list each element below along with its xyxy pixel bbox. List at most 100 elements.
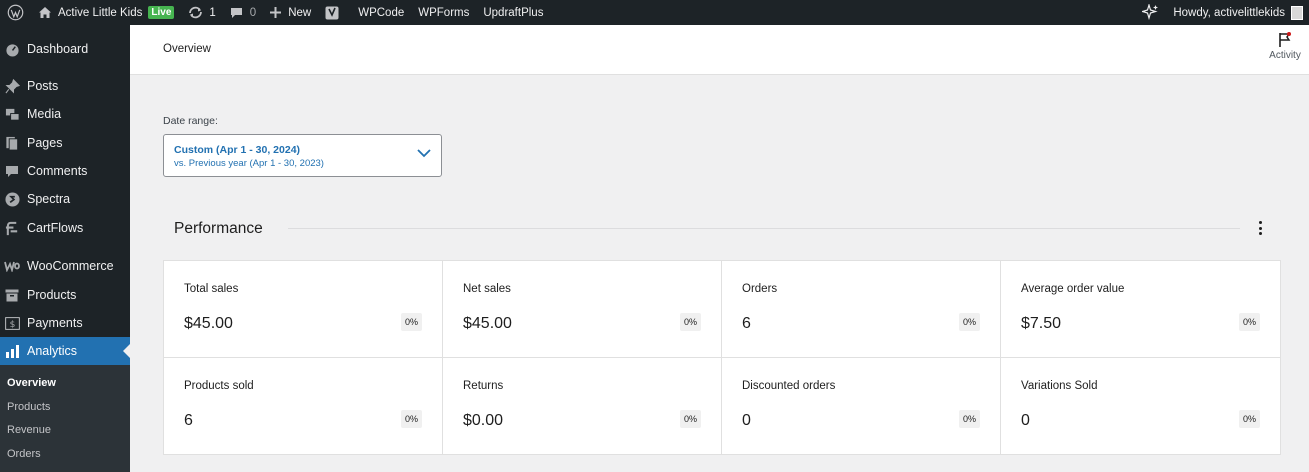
metric-delta-badge: 0%: [1238, 313, 1260, 331]
sidebar-item-label: Pages: [27, 136, 63, 150]
metric-value: $7.50: [1021, 315, 1062, 332]
updraftplus-link[interactable]: UpdraftPlus: [476, 0, 550, 25]
sidebar-item-cartflows[interactable]: CartFlows: [0, 214, 130, 242]
sidebar-item-comments[interactable]: Comments: [0, 157, 130, 185]
wpcode-link[interactable]: WPCode: [346, 0, 411, 25]
metric-delta-badge: 0%: [679, 313, 701, 331]
metric-delta-badge: 0%: [958, 313, 980, 331]
bar-chart-icon: [4, 343, 20, 359]
sidebar-item-dashboard[interactable]: Dashboard: [0, 35, 130, 63]
more-options-icon[interactable]: [1252, 219, 1268, 237]
yoast-icon[interactable]: [318, 0, 346, 25]
wordpress-logo-icon[interactable]: [0, 0, 31, 25]
sidebar-item-label: Analytics: [27, 344, 78, 358]
sidebar-item-media[interactable]: Media: [0, 100, 130, 128]
site-name-link[interactable]: Active Little Kids Live: [31, 0, 181, 25]
site-name: Active Little Kids: [58, 6, 143, 19]
page-title: Overview: [163, 43, 211, 55]
sidebar-item-label: WooCommerce: [27, 259, 114, 273]
comments-link[interactable]: 0: [223, 0, 263, 25]
metric-label: Discounted orders: [742, 380, 836, 392]
metric-value: 6: [184, 412, 193, 429]
sidebar-item-posts[interactable]: Posts: [0, 72, 130, 100]
sidebar-item-label: Spectra: [27, 192, 71, 206]
date-range-label: Date range:: [163, 115, 218, 127]
metric-label: Products sold: [184, 380, 254, 392]
live-badge: Live: [148, 6, 175, 19]
metric-delta-badge: 0%: [400, 410, 422, 428]
admin-bar: Active Little Kids Live 1 0 New WPCode W…: [0, 0, 1309, 25]
metric-variations-sold[interactable]: Variations Sold 0 0%: [1001, 358, 1280, 455]
metric-label: Net sales: [463, 283, 511, 295]
pin-icon: [4, 78, 20, 94]
admin-sidebar: Dashboard Posts Media Pages Comments Spe…: [0, 25, 130, 472]
date-range-picker[interactable]: Custom (Apr 1 - 30, 2024) vs. Previous y…: [163, 134, 442, 177]
updates-icon: [189, 6, 203, 19]
sidebar-item-analytics[interactable]: Analytics: [0, 337, 130, 365]
sidebar-item-pages[interactable]: Pages: [0, 129, 130, 157]
metric-value: 6: [742, 315, 751, 332]
media-icon: [4, 106, 20, 122]
submenu-item-products[interactable]: Products: [7, 401, 50, 413]
activity-label: Activity: [1269, 50, 1301, 61]
sidebar-item-label: CartFlows: [27, 221, 84, 235]
section-divider: [288, 228, 1240, 229]
date-range-comparison: vs. Previous year (Apr 1 - 30, 2023): [174, 158, 324, 169]
metric-label: Returns: [463, 380, 504, 392]
sparkle-icon[interactable]: [1135, 0, 1166, 25]
metric-label: Average order value: [1021, 283, 1125, 295]
metric-value: $45.00: [184, 315, 233, 332]
sidebar-item-label: Products: [27, 288, 77, 302]
wpforms-link[interactable]: WPForms: [411, 0, 476, 25]
submenu-item-overview[interactable]: Overview: [7, 377, 56, 389]
sidebar-item-label: Media: [27, 107, 62, 121]
cartflows-icon: [4, 220, 20, 236]
metric-label: Orders: [742, 283, 778, 295]
sidebar-item-label: Payments: [27, 316, 83, 330]
plus-icon: [270, 7, 282, 18]
chevron-down-icon: [417, 149, 431, 158]
metric-total-sales[interactable]: Total sales $45.00 0%: [164, 261, 443, 358]
sidebar-item-woocommerce[interactable]: WooCommerce: [0, 252, 130, 280]
howdy-text: Howdy, activelittlekids: [1173, 6, 1285, 19]
comment-bubble-icon: [230, 7, 242, 18]
sidebar-item-payments[interactable]: $ Payments: [0, 309, 130, 337]
metric-label: Variations Sold: [1021, 380, 1098, 392]
date-range-primary: Custom (Apr 1 - 30, 2024): [174, 144, 301, 156]
pages-icon: [4, 135, 20, 151]
submenu-item-orders[interactable]: Orders: [7, 448, 41, 460]
new-content-link[interactable]: New: [263, 0, 318, 25]
metric-returns[interactable]: Returns $0.00 0%: [443, 358, 722, 455]
metric-delta-badge: 0%: [400, 313, 422, 331]
svg-text:$: $: [9, 320, 15, 330]
home-icon: [39, 7, 51, 18]
performance-title: Performance: [174, 220, 263, 237]
submenu-item-revenue[interactable]: Revenue: [7, 424, 51, 436]
flag-icon: [1279, 32, 1291, 47]
comments-count: 0: [249, 6, 257, 19]
metric-orders[interactable]: Orders 6 0%: [722, 261, 1001, 358]
metric-average-order-value[interactable]: Average order value $7.50 0%: [1001, 261, 1280, 358]
avatar: [1291, 5, 1303, 20]
sidebar-item-label: Dashboard: [27, 42, 89, 56]
updates-link[interactable]: 1: [181, 0, 222, 25]
comments-icon: [4, 163, 20, 179]
sidebar-item-spectra[interactable]: Spectra: [0, 185, 130, 213]
active-indicator: [123, 344, 130, 358]
updates-count: 1: [209, 6, 216, 19]
metric-products-sold[interactable]: Products sold 6 0%: [164, 358, 443, 455]
account-menu[interactable]: Howdy, activelittlekids: [1166, 0, 1309, 25]
activity-button[interactable]: Activity: [1265, 32, 1305, 61]
metric-value: 0: [742, 412, 751, 429]
sidebar-item-products[interactable]: Products: [0, 281, 130, 309]
sidebar-item-label: Posts: [27, 79, 59, 93]
analytics-submenu: Overview Products Revenue Orders: [0, 365, 130, 472]
metric-value: 0: [1021, 412, 1030, 429]
metric-delta-badge: 0%: [679, 410, 701, 428]
metric-delta-badge: 0%: [958, 410, 980, 428]
sidebar-item-label: Comments: [27, 164, 88, 178]
spectra-icon: [4, 191, 20, 207]
metric-net-sales[interactable]: Net sales $45.00 0%: [443, 261, 722, 358]
metric-discounted-orders[interactable]: Discounted orders 0 0%: [722, 358, 1001, 455]
woocommerce-icon: [4, 258, 20, 274]
